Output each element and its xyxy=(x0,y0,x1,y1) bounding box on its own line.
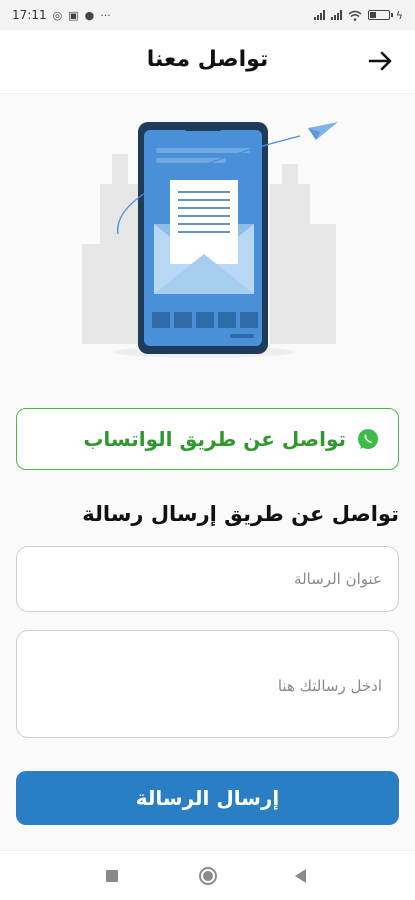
whatsapp-label: تواصل عن طريق الواتساب xyxy=(83,427,346,451)
recents-square-icon[interactable] xyxy=(106,870,118,882)
more-notifications-icon: ··· xyxy=(100,8,111,22)
battery-icon xyxy=(367,10,393,20)
app-header: تواصل معنا xyxy=(0,30,415,94)
home-circle-icon[interactable] xyxy=(199,867,217,885)
status-bar: 17:11 ◎ ▣ ● ··· ϟ xyxy=(0,0,415,30)
system-nav-bar xyxy=(0,850,415,900)
tv-notification-icon: ▣ xyxy=(68,8,79,22)
back-triangle-icon[interactable] xyxy=(295,869,306,883)
message-section-title: تواصل عن طريق إرسال رسالة xyxy=(82,502,399,526)
signal-icon-2 xyxy=(330,10,342,20)
send-message-button[interactable]: إرسال الرسالة xyxy=(16,771,399,825)
charging-icon: ϟ xyxy=(395,8,403,22)
wifi-icon xyxy=(348,10,362,21)
whatsapp-contact-button[interactable]: تواصل عن طريق الواتساب xyxy=(16,408,399,470)
status-time: 17:11 xyxy=(12,8,47,22)
subject-input[interactable] xyxy=(16,546,399,612)
phone-mail-illustration xyxy=(82,122,338,358)
content: تواصل عن طريق الواتساب تواصل عن طريق إرس… xyxy=(0,94,415,850)
message-textarea[interactable] xyxy=(16,630,399,738)
app-notification-icon: ● xyxy=(84,8,95,22)
status-left: 17:11 ◎ ▣ ● ··· xyxy=(12,8,111,22)
status-right: ϟ xyxy=(313,8,403,22)
battery-fill xyxy=(369,12,376,18)
whatsapp-notification-icon: ◎ xyxy=(52,8,63,22)
arrow-right-icon[interactable] xyxy=(365,46,395,76)
whatsapp-icon xyxy=(358,429,378,449)
page-title: تواصل معنا xyxy=(146,47,269,72)
signal-icon xyxy=(313,10,325,20)
